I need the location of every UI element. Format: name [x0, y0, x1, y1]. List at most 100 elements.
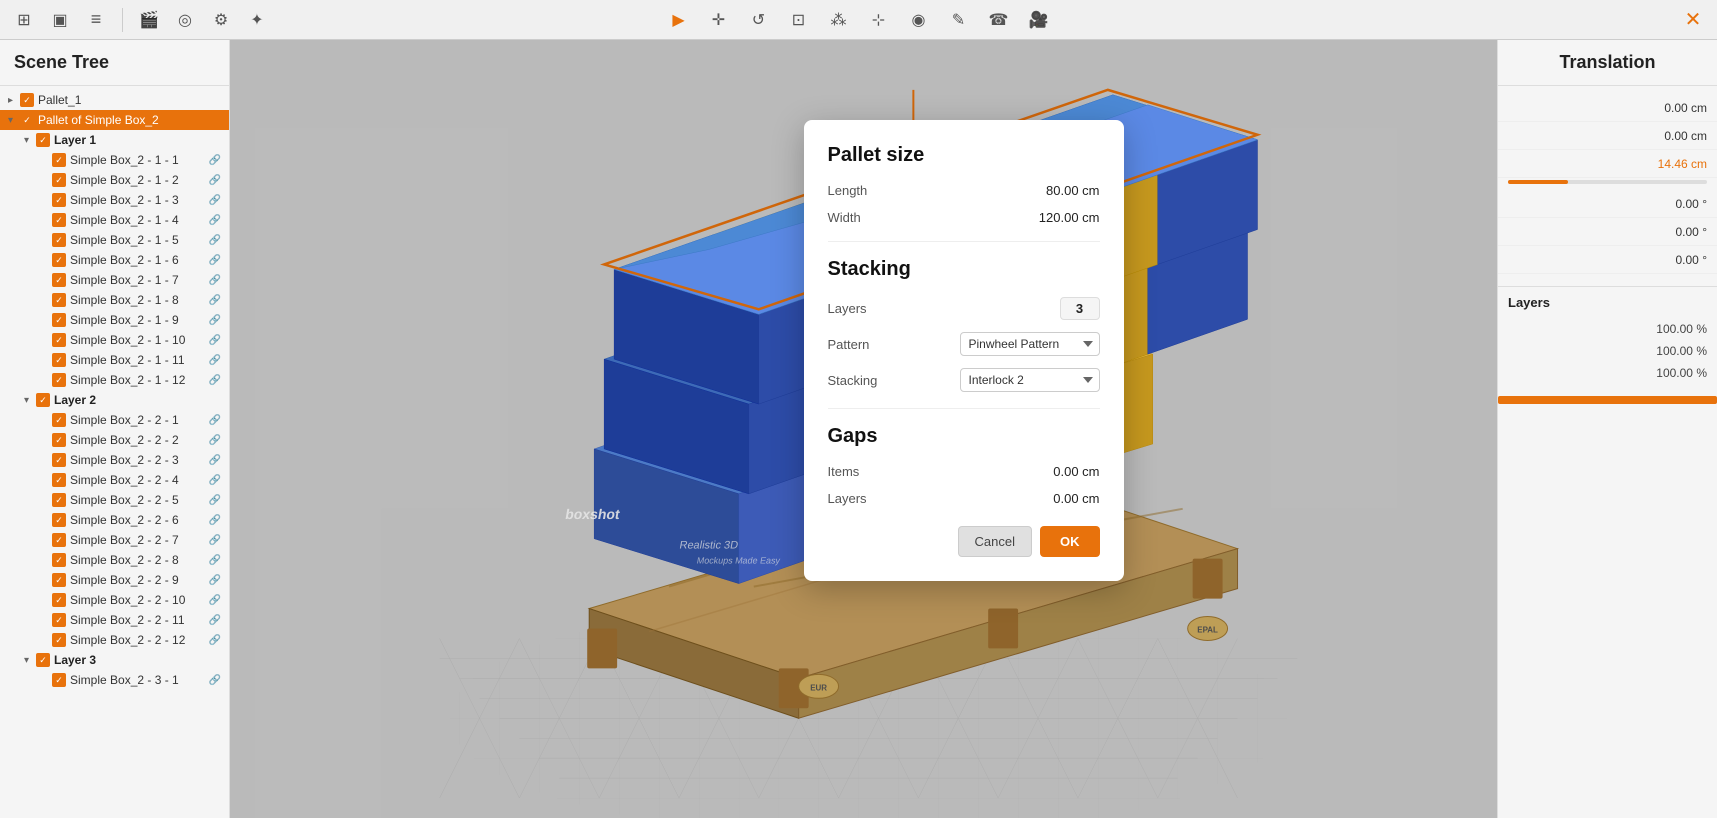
- tree-item-box-1-1[interactable]: Simple Box_2 - 1 - 1🔗: [0, 150, 229, 170]
- checkbox-box-2-2[interactable]: [52, 433, 66, 447]
- grid-icon[interactable]: ⊞: [10, 6, 38, 34]
- link-icon[interactable]: 🔗: [209, 235, 221, 246]
- link-icon[interactable]: 🔗: [209, 295, 221, 306]
- target-icon[interactable]: ◎: [171, 6, 199, 34]
- settings-icon[interactable]: ⚙: [207, 6, 235, 34]
- link-icon[interactable]: 🔗: [209, 275, 221, 286]
- sphere-tool[interactable]: ◉: [905, 6, 933, 34]
- checkbox-box-2-9[interactable]: [52, 573, 66, 587]
- checkbox-box-1-3[interactable]: [52, 193, 66, 207]
- sun-icon[interactable]: ✦: [243, 6, 271, 34]
- tree-item-box-2-5[interactable]: Simple Box_2 - 2 - 5🔗: [0, 490, 229, 510]
- link-icon[interactable]: 🔗: [209, 575, 221, 586]
- expand-arrow[interactable]: ▾: [8, 115, 20, 126]
- tree-item-box-2-7[interactable]: Simple Box_2 - 2 - 7🔗: [0, 530, 229, 550]
- checkbox-box-1-1[interactable]: [52, 153, 66, 167]
- checkbox-box-1-12[interactable]: [52, 373, 66, 387]
- tree-item-box-1-11[interactable]: Simple Box_2 - 1 - 11🔗: [0, 350, 229, 370]
- checkbox-box-2-8[interactable]: [52, 553, 66, 567]
- tree-item-layer3[interactable]: ▾Layer 3: [0, 650, 229, 670]
- checkbox-box-2-4[interactable]: [52, 473, 66, 487]
- checkbox-box-1-8[interactable]: [52, 293, 66, 307]
- expand-arrow[interactable]: ▾: [24, 395, 36, 406]
- checkbox-box-2-7[interactable]: [52, 533, 66, 547]
- link-icon[interactable]: 🔗: [209, 515, 221, 526]
- checkbox-layer1[interactable]: [36, 133, 50, 147]
- tree-item-box-2-8[interactable]: Simple Box_2 - 2 - 8🔗: [0, 550, 229, 570]
- z-slider-track[interactable]: [1508, 180, 1707, 184]
- tree-item-box-2-6[interactable]: Simple Box_2 - 2 - 6🔗: [0, 510, 229, 530]
- scatter-tool[interactable]: ⁂: [825, 6, 853, 34]
- tree-item-layer2[interactable]: ▾Layer 2: [0, 390, 229, 410]
- link-icon[interactable]: 🔗: [209, 555, 221, 566]
- tree-item-box-1-3[interactable]: Simple Box_2 - 1 - 3🔗: [0, 190, 229, 210]
- link-icon[interactable]: 🔗: [209, 215, 221, 226]
- phone-tool[interactable]: ☎: [985, 6, 1013, 34]
- layout-icon[interactable]: ▣: [46, 6, 74, 34]
- link-icon[interactable]: 🔗: [209, 535, 221, 546]
- stacking-select[interactable]: Interlock 2 Interlock 1 None: [960, 368, 1100, 392]
- link-icon[interactable]: 🔗: [209, 175, 221, 186]
- checkbox-pallet1[interactable]: [20, 93, 34, 107]
- checkbox-box-2-11[interactable]: [52, 613, 66, 627]
- tree-item-box-1-5[interactable]: Simple Box_2 - 1 - 5🔗: [0, 230, 229, 250]
- checkbox-box-2-6[interactable]: [52, 513, 66, 527]
- ok-button[interactable]: OK: [1040, 526, 1100, 557]
- expand-arrow[interactable]: ▾: [24, 655, 36, 666]
- tree-item-pallet1[interactable]: ▸Pallet_1: [0, 90, 229, 110]
- tree-item-box-2-9[interactable]: Simple Box_2 - 2 - 9🔗: [0, 570, 229, 590]
- z-slider-row[interactable]: [1498, 178, 1717, 190]
- camera-icon[interactable]: 🎬: [135, 6, 163, 34]
- link-icon[interactable]: 🔗: [209, 355, 221, 366]
- tree-item-box-2-2[interactable]: Simple Box_2 - 2 - 2🔗: [0, 430, 229, 450]
- expand-arrow[interactable]: ▸: [8, 95, 20, 106]
- checkbox-pallet2[interactable]: [20, 113, 34, 127]
- tree-item-box-1-2[interactable]: Simple Box_2 - 1 - 2🔗: [0, 170, 229, 190]
- tree-item-box-2-1[interactable]: Simple Box_2 - 2 - 1🔗: [0, 410, 229, 430]
- tree-item-box-3-1[interactable]: Simple Box_2 - 3 - 1🔗: [0, 670, 229, 690]
- tree-item-box-1-8[interactable]: Simple Box_2 - 1 - 8🔗: [0, 290, 229, 310]
- checkbox-box-1-7[interactable]: [52, 273, 66, 287]
- link-icon[interactable]: 🔗: [209, 335, 221, 346]
- link-icon[interactable]: 🔗: [209, 595, 221, 606]
- checkbox-box-1-5[interactable]: [52, 233, 66, 247]
- checkbox-box-2-1[interactable]: [52, 413, 66, 427]
- link-icon[interactable]: 🔗: [209, 415, 221, 426]
- checkbox-box-1-6[interactable]: [52, 253, 66, 267]
- checkbox-box-1-10[interactable]: [52, 333, 66, 347]
- link-icon[interactable]: 🔗: [209, 375, 221, 386]
- link-icon[interactable]: 🔗: [209, 455, 221, 466]
- checkbox-box-2-12[interactable]: [52, 633, 66, 647]
- tree-item-layer1[interactable]: ▾Layer 1: [0, 130, 229, 150]
- tree-item-box-1-4[interactable]: Simple Box_2 - 1 - 4🔗: [0, 210, 229, 230]
- link-icon[interactable]: 🔗: [209, 675, 221, 686]
- link-icon[interactable]: 🔗: [209, 635, 221, 646]
- checkbox-layer2[interactable]: [36, 393, 50, 407]
- checkbox-layer3[interactable]: [36, 653, 50, 667]
- link-icon[interactable]: 🔗: [209, 435, 221, 446]
- tree-item-box-2-4[interactable]: Simple Box_2 - 2 - 4🔗: [0, 470, 229, 490]
- tree-item-box-1-10[interactable]: Simple Box_2 - 1 - 10🔗: [0, 330, 229, 350]
- checkbox-box-1-2[interactable]: [52, 173, 66, 187]
- video-tool[interactable]: 🎥: [1025, 6, 1053, 34]
- close-icon[interactable]: ✕: [1679, 6, 1707, 34]
- tree-item-box-2-11[interactable]: Simple Box_2 - 2 - 11🔗: [0, 610, 229, 630]
- tree-item-box-1-7[interactable]: Simple Box_2 - 1 - 7🔗: [0, 270, 229, 290]
- arrange-tool[interactable]: ⊹: [865, 6, 893, 34]
- link-icon[interactable]: 🔗: [209, 615, 221, 626]
- link-icon[interactable]: 🔗: [209, 255, 221, 266]
- scene-tree-content[interactable]: ▸Pallet_1▾Pallet of Simple Box_2▾Layer 1…: [0, 86, 229, 818]
- tree-item-box-2-3[interactable]: Simple Box_2 - 2 - 3🔗: [0, 450, 229, 470]
- pattern-select[interactable]: Pinwheel Pattern Row Pattern Column Patt…: [960, 332, 1100, 356]
- tree-item-box-1-6[interactable]: Simple Box_2 - 1 - 6🔗: [0, 250, 229, 270]
- tree-item-box-2-10[interactable]: Simple Box_2 - 2 - 10🔗: [0, 590, 229, 610]
- checkbox-box-2-3[interactable]: [52, 453, 66, 467]
- link-icon[interactable]: 🔗: [209, 155, 221, 166]
- select-tool[interactable]: ▶: [665, 6, 693, 34]
- edit-tool[interactable]: ✎: [945, 6, 973, 34]
- link-icon[interactable]: 🔗: [209, 195, 221, 206]
- tree-item-box-2-12[interactable]: Simple Box_2 - 2 - 12🔗: [0, 630, 229, 650]
- tree-item-box-1-9[interactable]: Simple Box_2 - 1 - 9🔗: [0, 310, 229, 330]
- menu-icon[interactable]: ≡: [82, 6, 110, 34]
- checkbox-box-2-10[interactable]: [52, 593, 66, 607]
